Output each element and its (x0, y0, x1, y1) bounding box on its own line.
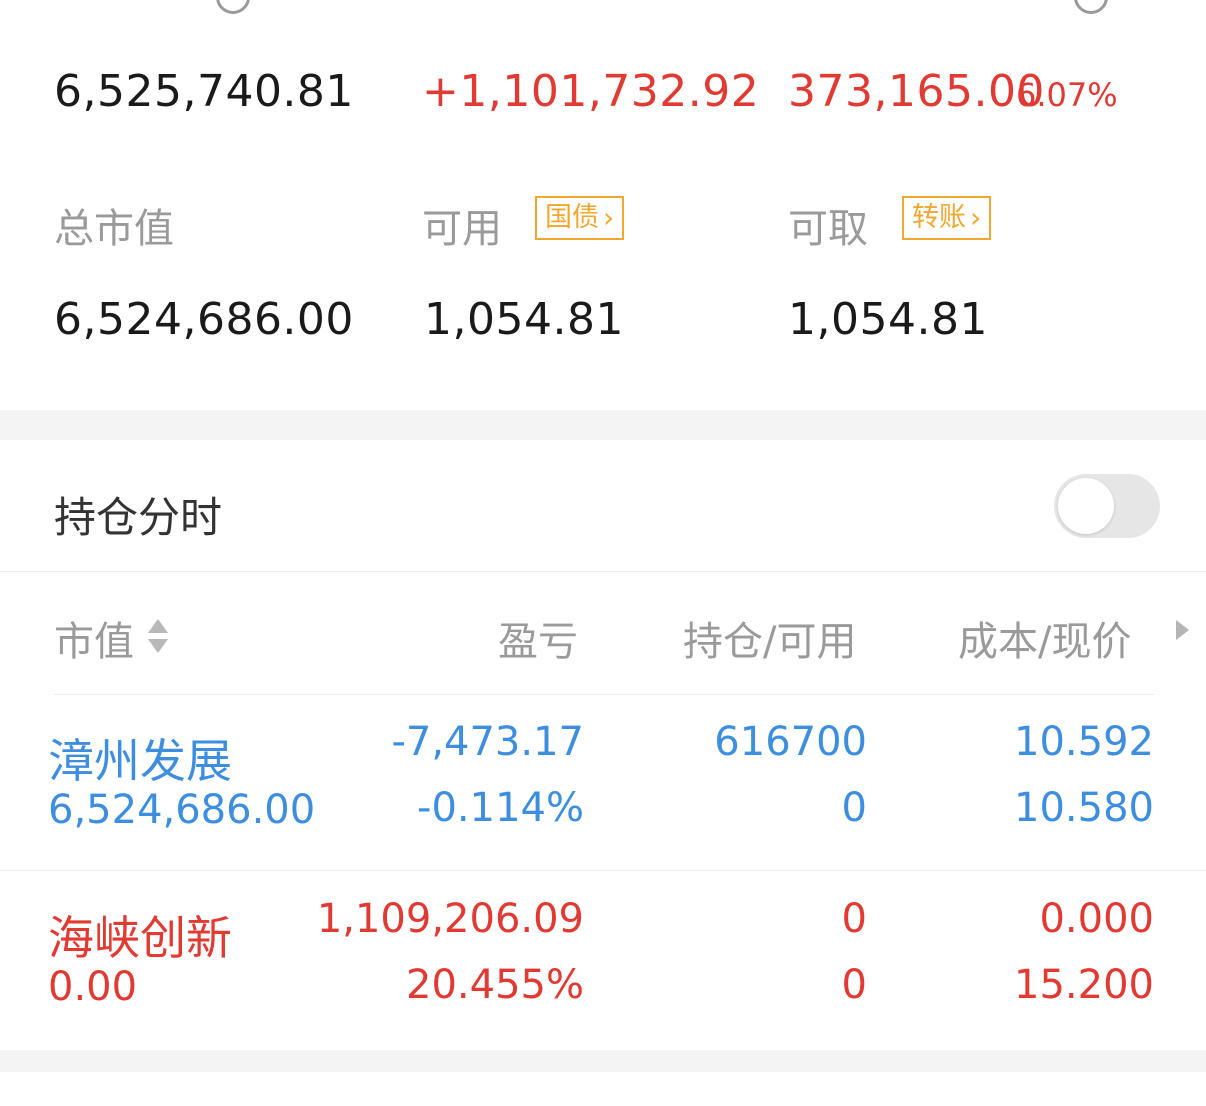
stock-available: 0 (841, 962, 867, 1008)
holdings-table-header: 市值 盈亏 持仓/可用 成本/现价 (0, 573, 1206, 693)
section-divider (0, 410, 1206, 440)
transfer-label: 转账 (912, 202, 966, 233)
withdrawable-label: 可取 (788, 206, 868, 252)
total-assets-value: 6,525,740.81 (54, 66, 354, 117)
withdrawable-value: 1,054.81 (788, 294, 988, 345)
holding-timeline-row: 持仓分时 (0, 440, 1206, 572)
stock-cost: 0.000 (1039, 896, 1154, 942)
market-value-value: 6,524,686.00 (54, 294, 354, 345)
bottom-area (0, 1072, 1206, 1106)
header-pnl: 盈亏 (498, 619, 578, 665)
transfer-button[interactable]: 转账 › (902, 196, 992, 240)
stock-name: 海峡创新 (48, 911, 232, 965)
available-value: 1,054.81 (424, 294, 624, 345)
stock-position: 616700 (714, 719, 867, 765)
holding-timeline-toggle[interactable] (1054, 474, 1160, 538)
today-pnl-percent: 6.07% (1016, 76, 1118, 114)
header-market-value[interactable]: 市值 (54, 609, 134, 667)
available-label: 可用 (422, 206, 502, 252)
market-value-label: 总市值 (54, 206, 174, 252)
stock-pnl: -7,473.17 (391, 719, 584, 765)
header-cost-price: 成本/现价 (958, 619, 1132, 665)
stock-market-value: 0.00 (48, 964, 138, 1010)
table-row[interactable]: 漳州发展 6,524,686.00 -7,473.17 -0.114% 6167… (0, 695, 1206, 871)
scroll-right-icon[interactable] (1176, 620, 1189, 640)
stock-pnl-percent: -0.114% (417, 785, 584, 831)
sort-icon[interactable] (146, 619, 170, 659)
holding-timeline-label: 持仓分时 (54, 493, 223, 542)
chevron-right-icon: › (603, 201, 615, 234)
toggle-knob (1058, 478, 1114, 534)
stock-cost: 10.592 (1014, 719, 1154, 765)
section-divider (0, 1050, 1206, 1072)
info-icon[interactable] (1074, 0, 1108, 14)
table-row[interactable]: 海峡创新 0.00 1,109,206.09 20.455% 0 0 0.000… (0, 872, 1206, 1048)
stock-price: 15.200 (1014, 962, 1154, 1008)
stock-position: 0 (841, 896, 867, 942)
total-pnl-value: +1,101,732.92 (422, 66, 760, 117)
today-pnl-value: 373,165.00 (788, 66, 1045, 117)
chevron-right-icon: › (970, 201, 982, 234)
stock-available: 0 (841, 785, 867, 831)
stock-pnl-percent: 20.455% (406, 962, 584, 1008)
treasury-bond-label: 国债 (545, 202, 599, 233)
stock-pnl: 1,109,206.09 (316, 896, 584, 942)
info-icon[interactable] (216, 0, 250, 14)
stock-market-value: 6,524,686.00 (48, 787, 316, 833)
stock-name: 漳州发展 (48, 734, 232, 788)
account-summary: 6,525,740.81 +1,101,732.92 373,165.00 6.… (0, 0, 1206, 410)
header-position-available: 持仓/可用 (683, 619, 857, 665)
treasury-bond-button[interactable]: 国债 › (535, 196, 625, 240)
stock-price: 10.580 (1014, 785, 1154, 831)
